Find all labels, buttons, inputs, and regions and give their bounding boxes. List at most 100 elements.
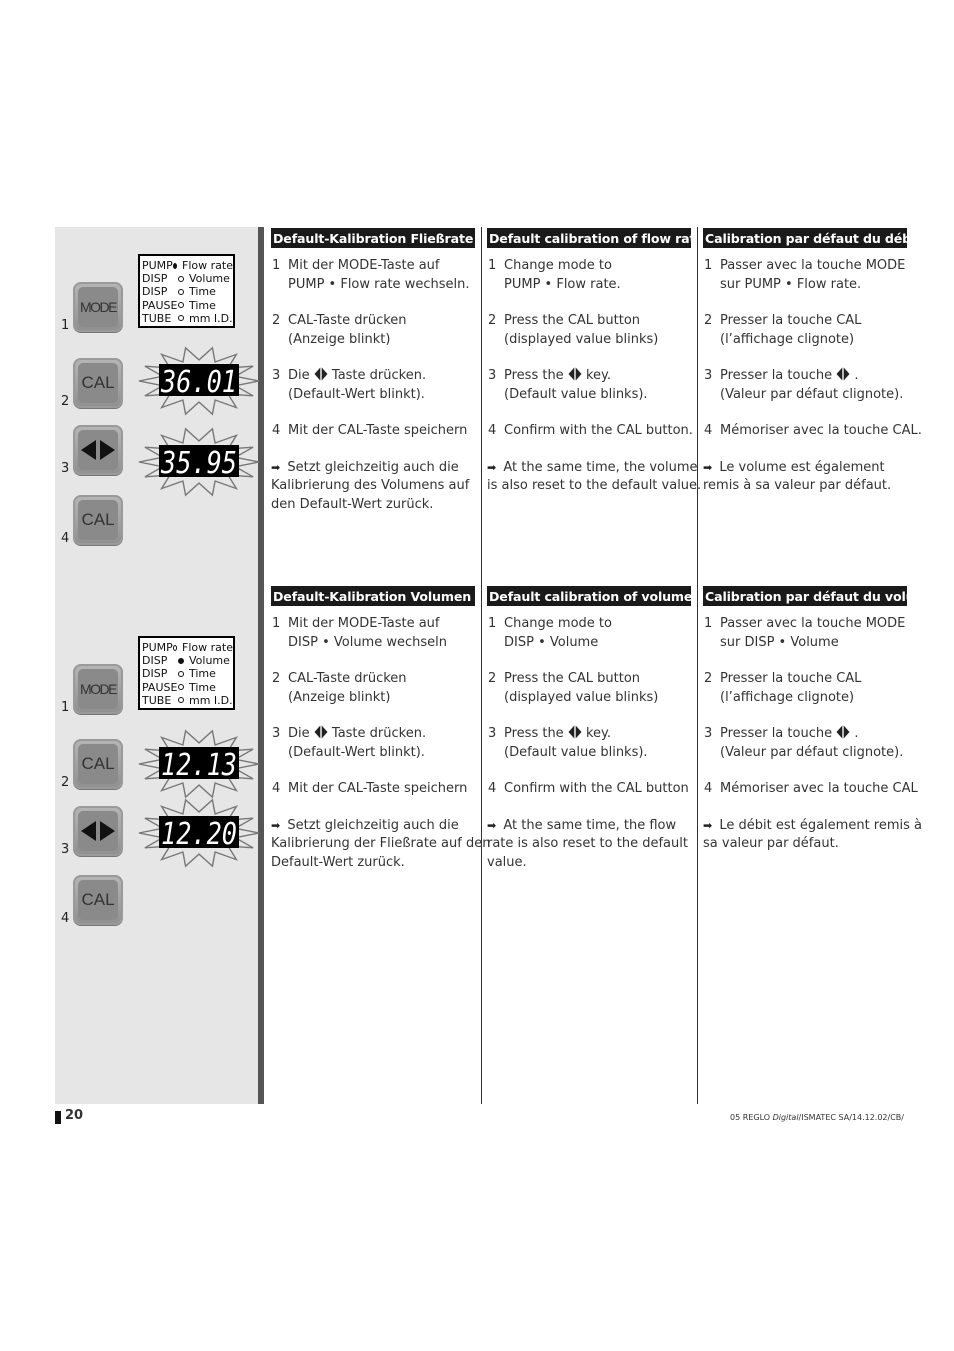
step-number-label: 3 bbox=[61, 842, 70, 857]
step-4: 4 Confirm with the CAL button. bbox=[487, 422, 693, 441]
step-4: 4 Mémoriser avec la touche CAL. bbox=[703, 422, 922, 441]
section-title: Calibration par défaut du volume bbox=[703, 586, 907, 606]
step-number: 4 bbox=[272, 423, 281, 438]
indicator-dot bbox=[172, 644, 178, 651]
mode-name: PAUSE bbox=[142, 680, 178, 694]
step-text: Passer avec la touche MODE bbox=[720, 616, 906, 631]
step-4: 4 Mit der CAL-Taste speichern bbox=[271, 422, 475, 441]
mode-name: TUBE bbox=[142, 311, 172, 325]
mode-label: Time bbox=[189, 667, 216, 681]
section-en-flow: Default calibration of flow rate 1 Chang… bbox=[487, 228, 702, 496]
note: ➡ At the same time, the volume is also re… bbox=[487, 459, 702, 496]
mode-key: MODE bbox=[73, 664, 123, 714]
note-text: remis à sa valeur par défaut. bbox=[703, 478, 892, 493]
indicator-dot bbox=[178, 697, 184, 704]
step-text: (l’affichage clignote) bbox=[720, 331, 855, 347]
step-text: PUMP • Flow rate. bbox=[504, 276, 621, 292]
section-de-flow: Default-Kalibration Fließrate 1 Mit der … bbox=[271, 228, 475, 514]
step-text: Mit der MODE-Taste auf bbox=[288, 258, 440, 273]
step-text: (Default-Wert blinkt). bbox=[288, 386, 425, 402]
step-1: 1 Passer avec la touche MODE sur DISP • … bbox=[703, 615, 907, 652]
mode-name: TUBE bbox=[142, 693, 172, 707]
note-text: den Default-Wert zurück. bbox=[271, 496, 434, 512]
indicator-dot bbox=[178, 275, 184, 282]
step-text: (l’affichage clignote) bbox=[720, 689, 855, 705]
step-text: CAL-Taste drücken bbox=[288, 313, 407, 328]
step-text: (Valeur par défaut clignote). bbox=[720, 386, 904, 402]
note-text: Kalibrierung des Volumens auf bbox=[271, 478, 470, 493]
step-text: Press the key. bbox=[504, 725, 612, 741]
step-number: 4 bbox=[488, 423, 497, 438]
step-number: 3 bbox=[704, 726, 713, 741]
mode-name: PUMP bbox=[142, 259, 173, 272]
note-text: is also reset to the default value. bbox=[487, 478, 702, 493]
step-text: (Anzeige blinkt) bbox=[288, 331, 391, 347]
step-number: 1 bbox=[488, 258, 497, 273]
step-number: 2 bbox=[272, 313, 281, 328]
arrow-right-icon: ➡ bbox=[271, 460, 281, 474]
mode-label: Flow rate bbox=[182, 259, 233, 272]
key-label: MODE bbox=[78, 669, 118, 709]
blinking-display: 12.20 bbox=[131, 798, 261, 868]
mode-indicator-panel: PUMP Flow rate DISP Volume DISP Time PAUSE Time… bbox=[138, 254, 235, 328]
mode-name: PUMP bbox=[142, 641, 173, 654]
key-label: CAL bbox=[78, 880, 118, 920]
step-1: 1 Change mode to DISP • Volume bbox=[487, 615, 691, 652]
step-number: 4 bbox=[704, 781, 713, 796]
note-text: rate is also reset to the default bbox=[487, 836, 688, 851]
note-text: sa valeur par défaut. bbox=[703, 836, 839, 851]
mode-name: DISP bbox=[142, 285, 168, 299]
cal-key: CAL bbox=[73, 358, 123, 408]
step-1: 1 Mit der MODE-Taste auf PUMP • Flow rat… bbox=[271, 257, 475, 294]
step-3: 3 Press the key. (Default value blinks). bbox=[487, 725, 691, 762]
step-number: 1 bbox=[272, 616, 281, 631]
step-text: PUMP • Flow rate wechseln. bbox=[288, 276, 470, 292]
mode-row: DISP Time bbox=[142, 667, 233, 680]
note-text: Default-Wert zurück. bbox=[271, 854, 405, 870]
column-divider bbox=[697, 227, 698, 1104]
selected-indicator-dot bbox=[178, 657, 184, 664]
step-text: sur DISP • Volume bbox=[720, 634, 839, 650]
step-number: 1 bbox=[704, 258, 713, 273]
step-number: 2 bbox=[704, 671, 713, 686]
step-text: (Valeur par défaut clignote). bbox=[720, 744, 904, 760]
mode-row: TUBE mm I.D. bbox=[142, 694, 233, 707]
mode-row: DISP Volume bbox=[142, 654, 233, 667]
key-label: CAL bbox=[78, 500, 118, 540]
left-right-arrow-key-icon bbox=[836, 725, 850, 739]
note: ➡ At the same time, the flow rate is also… bbox=[487, 817, 691, 873]
section-fr-vol: Calibration par défaut du volume 1 Passe… bbox=[703, 586, 922, 854]
step-number-label: 1 bbox=[61, 318, 70, 333]
arrow-key bbox=[73, 806, 123, 856]
step-2: 2 Presser la touche CAL (l’affichage cli… bbox=[703, 312, 907, 349]
step-text: Presser la touche CAL bbox=[720, 671, 862, 686]
step-number: 3 bbox=[272, 368, 281, 383]
arrow-right-icon: ➡ bbox=[703, 818, 713, 832]
step-number: 2 bbox=[488, 671, 497, 686]
mode-label: Volume bbox=[189, 272, 230, 286]
section-title: Calibration par défaut du débit bbox=[703, 228, 907, 248]
note-text: ➡ At the same time, the flow bbox=[487, 817, 691, 836]
step-1: 1 Mit der MODE-Taste auf DISP • Volume w… bbox=[271, 615, 475, 652]
left-right-arrows-icon bbox=[78, 811, 118, 851]
mode-label: Time bbox=[189, 285, 216, 299]
cal-key: CAL bbox=[73, 495, 123, 545]
left-right-arrow-key-icon bbox=[568, 367, 582, 381]
step-number: 2 bbox=[488, 313, 497, 328]
mode-row: DISP Time bbox=[142, 285, 233, 298]
section-title: Default-Kalibration Volumen bbox=[271, 586, 475, 606]
note: ➡ Setzt gleichzeitig auch die Kalibrierun… bbox=[271, 817, 490, 873]
step-1: 1 Passer avec la touche MODE sur PUMP • … bbox=[703, 257, 907, 294]
page-number: 20 bbox=[65, 1108, 84, 1123]
mode-row: PAUSE Time bbox=[142, 681, 233, 694]
step-text: Die Taste drücken. bbox=[288, 725, 427, 741]
step-number: 4 bbox=[704, 423, 713, 438]
left-right-arrow-key-icon bbox=[568, 725, 582, 739]
step-3: 3 Die Taste drücken. (Default-Wert blink… bbox=[271, 367, 475, 404]
note: ➡ Setzt gleichzeitig auch die Kalibrierun… bbox=[271, 459, 475, 515]
step-2: 2 CAL-Taste drücken (Anzeige blinkt) bbox=[271, 312, 475, 349]
step-text: sur PUMP • Flow rate. bbox=[720, 276, 862, 292]
step-3: 3 Presser la touche . (Valeur par défaut… bbox=[703, 367, 907, 404]
step-4: 4 Mit der CAL-Taste speichern bbox=[271, 780, 475, 799]
step-text: CAL-Taste drücken bbox=[288, 671, 407, 686]
